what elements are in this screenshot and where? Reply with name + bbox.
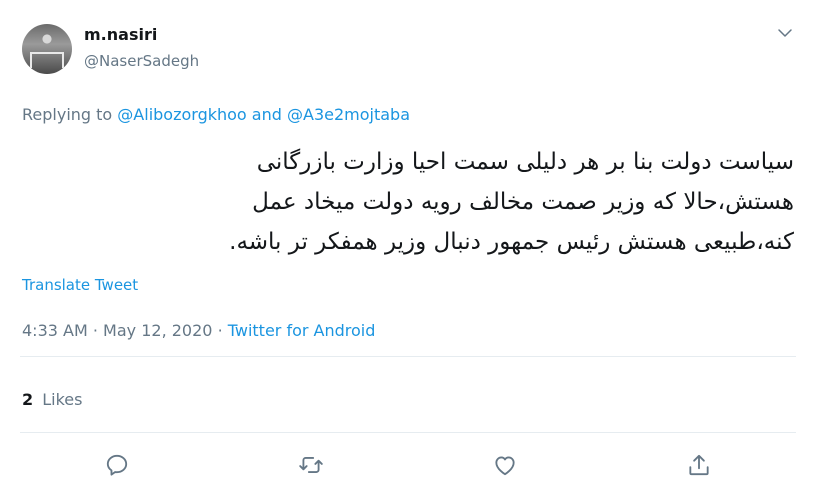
- retweet-icon: [299, 457, 323, 473]
- chevron-down-icon: [778, 29, 792, 37]
- replying-to: Replying to @Alibozorgkhoo and @A3e2mojt…: [22, 105, 410, 124]
- like-button[interactable]: [492, 452, 520, 480]
- chevron-down-icon[interactable]: [776, 24, 794, 42]
- action-bar: [0, 452, 816, 482]
- share-button[interactable]: [686, 452, 714, 480]
- mention-link[interactable]: @A3e2mojtaba: [287, 105, 410, 124]
- tweet-source[interactable]: Twitter for Android: [228, 321, 376, 340]
- likes-count: 2: [22, 390, 34, 409]
- display-name[interactable]: m.nasiri: [84, 25, 199, 45]
- tweet-text: سیاست دولت بنا بر هر دلیلی سمت احیا وزار…: [20, 142, 794, 262]
- reply-icon: [106, 454, 128, 476]
- user-handle[interactable]: @NaserSadegh: [84, 51, 199, 71]
- heart-icon: [495, 456, 515, 476]
- separator: ·: [92, 321, 98, 340]
- mention-link[interactable]: @Alibozorgkhoo: [117, 105, 246, 124]
- tweet-text-line: کنه،طبیعی هستش رئیس جمهور دنبال وزیر همف…: [229, 229, 794, 255]
- tweet-meta: 4:33 AM · May 12, 2020 · Twitter for And…: [22, 321, 375, 340]
- share-icon: [689, 454, 709, 476]
- divider: [20, 356, 796, 357]
- translate-tweet-link[interactable]: Translate Tweet: [22, 276, 138, 294]
- avatar[interactable]: [22, 24, 72, 74]
- tweet-date[interactable]: May 12, 2020: [103, 321, 212, 340]
- tweet-header: m.nasiri @NaserSadegh: [22, 20, 796, 76]
- replying-prefix: Replying to: [22, 105, 113, 124]
- author-block[interactable]: m.nasiri @NaserSadegh: [84, 25, 199, 71]
- reply-button[interactable]: [104, 452, 132, 480]
- tweet-text-line: هستش،حالا که وزیر صمت مخالف رویه دولت می…: [252, 189, 794, 215]
- retweet-button[interactable]: [298, 452, 326, 480]
- tweet-text-line: سیاست دولت بنا بر هر دلیلی سمت احیا وزار…: [256, 149, 794, 175]
- likes-stat[interactable]: 2 Likes: [22, 390, 82, 409]
- tweet-time[interactable]: 4:33 AM: [22, 321, 88, 340]
- mention-joiner[interactable]: and: [252, 105, 282, 124]
- divider: [20, 432, 796, 433]
- likes-label: Likes: [42, 390, 83, 409]
- separator: ·: [217, 321, 223, 340]
